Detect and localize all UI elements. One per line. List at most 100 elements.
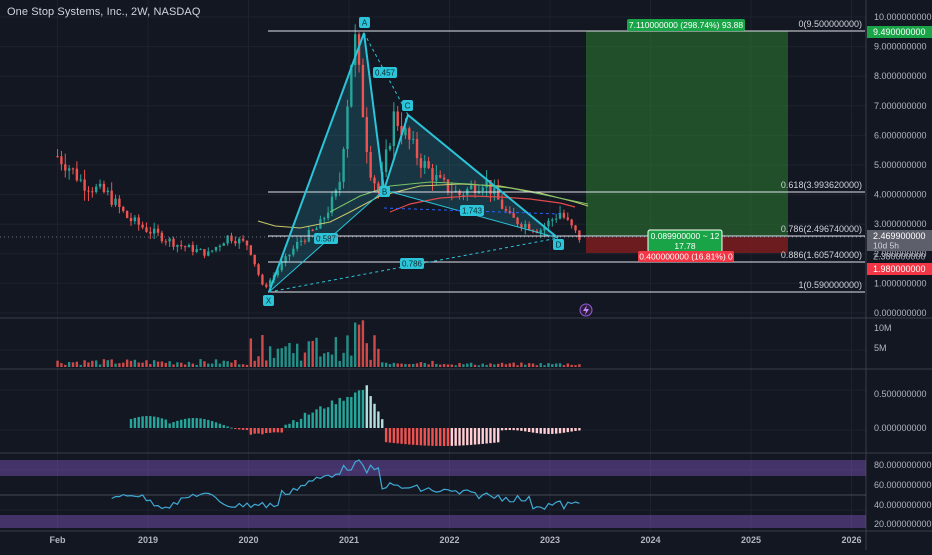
volume-tick-10m: 10M: [874, 323, 892, 333]
candle-body: [439, 175, 442, 178]
volume-bar: [79, 364, 82, 367]
level-2380-text: 2.380000000: [873, 252, 926, 262]
candle-body: [408, 128, 411, 140]
volume-bar: [261, 335, 264, 367]
volume-bar: [183, 364, 187, 367]
candle-body: [435, 175, 438, 181]
time-axis[interactable]: Feb 2019 2020 2021 2022 2023 2024 2025 2026: [50, 535, 862, 545]
macd-bar: [489, 428, 492, 444]
rsi-axis[interactable]: 80.000000000 60.000000000 40.000000000 2…: [874, 460, 932, 529]
volume-bar: [257, 356, 260, 367]
volume-bar: [64, 364, 67, 367]
macd-bar: [222, 425, 225, 428]
macd-bar: [504, 428, 508, 431]
macd-bar: [435, 428, 438, 446]
lightning-bolt-icon[interactable]: [579, 303, 593, 317]
candle-body: [110, 190, 113, 205]
volume-bar: [462, 364, 465, 367]
macd-bar: [152, 416, 156, 428]
macd-bar: [500, 428, 504, 431]
candle-body: [245, 240, 249, 246]
macd-bar: [369, 396, 372, 428]
volume-bar: [245, 364, 249, 367]
volume-bar: [102, 359, 106, 367]
macd-bar: [330, 400, 334, 428]
volume-bar: [299, 360, 303, 367]
chart-canvas[interactable]: 0(9.500000000) 0.618(3.993620000) 0.786(…: [0, 0, 932, 550]
macd-bar: [508, 428, 511, 431]
candle-body: [203, 249, 206, 256]
volume-axis[interactable]: 10M 5M: [874, 323, 892, 353]
macd-bar: [512, 428, 515, 431]
candle-body: [396, 111, 399, 126]
volume-bar: [396, 363, 399, 367]
volume-bar: [442, 364, 446, 367]
candle-body: [207, 251, 210, 256]
volume-bar: [357, 324, 361, 367]
volume-bar: [145, 360, 148, 367]
volume-bar: [218, 363, 222, 367]
volume-bar: [249, 338, 253, 367]
candle-body: [214, 247, 218, 251]
macd-bar: [261, 428, 264, 435]
macd-bar: [442, 428, 446, 446]
volume-bar: [423, 362, 426, 367]
candle-body: [415, 139, 419, 159]
candle-body: [137, 217, 140, 225]
macd-bar: [535, 428, 539, 434]
volume-bar: [400, 363, 403, 367]
volume-bar: [446, 364, 450, 367]
volume-bar: [338, 360, 341, 367]
volume-bar: [454, 365, 457, 367]
candle-body: [280, 262, 283, 271]
volume-bar: [203, 361, 206, 367]
rsi-tick-60: 60.000000000: [874, 480, 932, 490]
symbol-title[interactable]: One Stop Systems, Inc., 2W, NASDAQ: [7, 6, 201, 18]
volume-bar: [234, 359, 237, 367]
time-label: Feb: [50, 535, 67, 545]
candle-body: [118, 198, 121, 207]
macd-bar: [404, 428, 407, 445]
candle-body: [524, 224, 527, 228]
macd-bar: [469, 428, 473, 445]
volume-bar: [176, 362, 179, 367]
volume-bar: [353, 322, 357, 367]
volume-bar: [350, 355, 353, 367]
macd-bar: [245, 428, 249, 430]
volume-bar: [292, 353, 295, 367]
volume-bar: [272, 357, 276, 367]
volume-bar: [265, 360, 268, 367]
macd-bar: [203, 419, 206, 428]
macd-axis[interactable]: 0.500000000 0.000000000: [874, 389, 927, 433]
candle-body: [261, 274, 264, 285]
macd-bar: [446, 428, 450, 446]
candle-body: [288, 254, 291, 257]
volume-bar: [512, 362, 515, 367]
volume-bar: [56, 360, 59, 367]
candle-body: [566, 217, 569, 220]
macd-bar: [230, 427, 233, 429]
chart-workspace[interactable]: 0(9.500000000) 0.618(3.993620000) 0.786(…: [0, 0, 932, 550]
fib-label-886: 0.886(1.605740000): [781, 250, 862, 260]
macd-bar: [473, 428, 477, 445]
macd-bar: [477, 428, 481, 445]
volume-bar: [83, 360, 86, 367]
volume-bar: [319, 356, 322, 367]
volume-bar: [562, 365, 566, 367]
macd-bar: [497, 428, 500, 443]
rsi-tick-40: 40.000000000: [874, 500, 932, 510]
candle-body: [152, 228, 156, 234]
volume-bar: [241, 364, 245, 367]
rsi-tick-80: 80.000000000: [874, 460, 932, 470]
candle-body: [253, 254, 256, 265]
volume-bar: [388, 364, 392, 367]
macd-bar: [373, 403, 376, 428]
macd-bar: [234, 428, 237, 429]
volume-bar: [87, 362, 90, 367]
entry-label-line1: 0.089900000 ~ 12: [651, 231, 720, 241]
macd-bar: [524, 428, 527, 432]
time-label: 2020: [238, 535, 258, 545]
volume-bar: [520, 362, 523, 367]
candle-body: [133, 217, 137, 222]
volume-bar: [187, 361, 191, 367]
